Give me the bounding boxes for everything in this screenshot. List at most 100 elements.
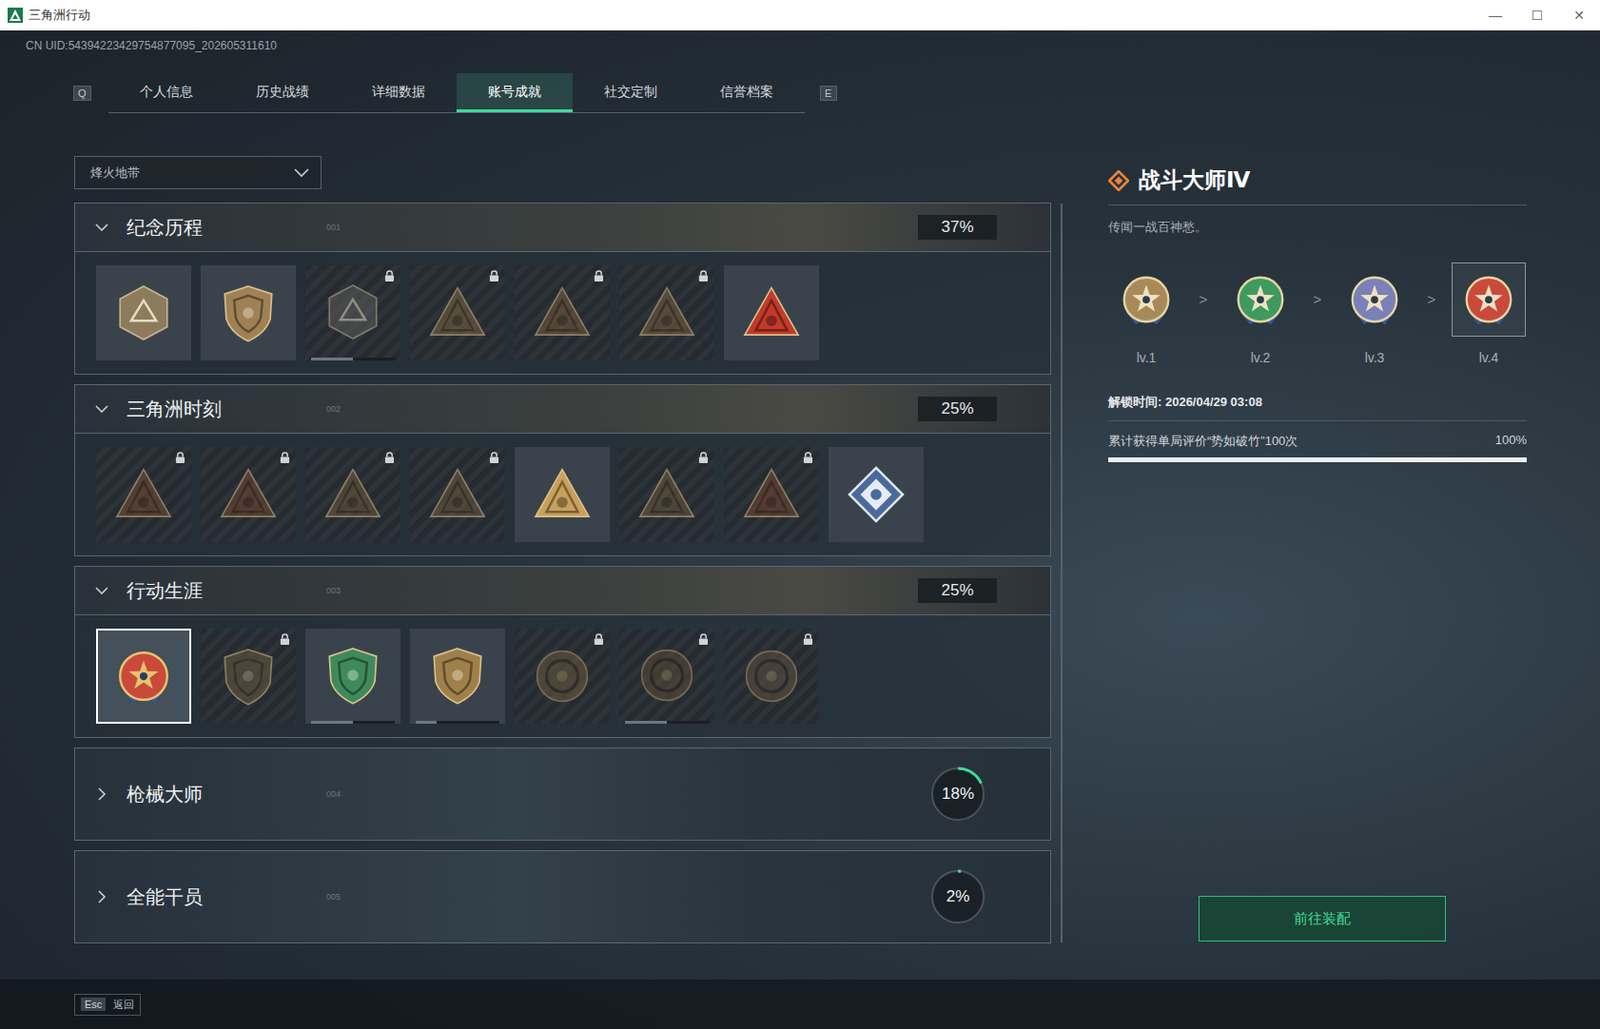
triangle-logo-icon (7, 7, 23, 23)
badge[interactable] (619, 628, 715, 724)
badge[interactable] (305, 265, 401, 361)
triangle-badge-icon (740, 463, 803, 527)
level-item[interactable]: lv.3 (1336, 262, 1413, 366)
section-title: 纪念历程 (126, 214, 308, 241)
window-control[interactable]: ✕ (1558, 7, 1600, 23)
progress-ring: 18% (928, 764, 988, 824)
level-item[interactable]: lv.2 (1222, 262, 1299, 366)
section-percent: 37% (917, 214, 997, 240)
tab[interactable]: 信誉档案 (688, 73, 805, 113)
title-bar: 三角洲行动 —☐✕ (0, 0, 1600, 31)
badge-progress (624, 721, 709, 724)
badge[interactable] (96, 265, 192, 361)
window-control[interactable]: ☐ (1516, 7, 1559, 23)
badge[interactable] (619, 447, 715, 543)
tab[interactable]: 个人信息 (108, 73, 225, 113)
badge[interactable] (96, 628, 192, 724)
triangle-badge-icon (321, 463, 385, 527)
badge-grid (75, 252, 1051, 374)
tab-bar: Q 个人信息历史战绩详细数据账号成就社交定制信誉档案 E (73, 74, 1600, 113)
medal-icon (1345, 270, 1405, 330)
badge-progress (311, 357, 395, 361)
chevron-icon (94, 219, 110, 235)
section-header[interactable]: 行动生涯00325% (75, 566, 1051, 616)
tab[interactable]: 账号成就 (456, 73, 573, 113)
coin-badge-icon (740, 644, 803, 708)
section-title: 三角洲时刻 (126, 396, 308, 423)
game-window: 三角洲行动—☐✕CN UID:54394223429754877095_2026… (0, 0, 1600, 1029)
lock-icon (488, 270, 500, 283)
section-title: 枪械大师 (126, 781, 308, 808)
lock-icon (384, 270, 395, 283)
chevron-down-icon (293, 168, 310, 178)
badge[interactable] (305, 628, 401, 724)
badge[interactable] (200, 628, 296, 724)
badge[interactable] (723, 447, 820, 543)
triangle-badge-icon (740, 281, 803, 345)
tab[interactable]: 详细数据 (340, 73, 457, 113)
triangle-badge-icon (216, 463, 280, 527)
achievement-section: 枪械大师 004 18% (74, 747, 1052, 841)
badge[interactable] (828, 447, 924, 543)
triangle-badge-icon (635, 463, 699, 527)
requirement: 累计获得单局评价“势如破竹”100次100% (1108, 432, 1527, 450)
badge[interactable] (409, 628, 506, 724)
badge[interactable] (723, 265, 820, 361)
section-index: 001 (326, 222, 341, 233)
section-header[interactable]: 三角洲时刻 002 25% (75, 385, 1051, 434)
triangle-badge-icon (530, 463, 594, 527)
badge[interactable] (514, 447, 610, 543)
unlock-time: 解锁时间: 2026/04/29 03:08 (1108, 393, 1527, 422)
lock-icon (802, 633, 814, 646)
section-index: 005 (326, 892, 341, 902)
medal-badge-icon (112, 644, 176, 708)
badge[interactable] (409, 447, 506, 543)
scrollbar[interactable] (1060, 203, 1063, 943)
window-control[interactable]: — (1474, 7, 1517, 23)
badge[interactable] (200, 265, 296, 361)
triangle-badge-icon (635, 281, 699, 345)
badge[interactable] (514, 628, 610, 724)
lock-icon (698, 451, 709, 465)
chevron-icon (94, 583, 110, 599)
badge[interactable] (200, 447, 296, 543)
lock-icon (593, 270, 605, 283)
detail-title: 战斗大师Ⅳ (1138, 165, 1250, 196)
back-button[interactable]: Esc返回 (74, 994, 141, 1016)
section-header[interactable]: 全能干员0052% (75, 851, 1051, 943)
prev-key[interactable]: Q (73, 85, 92, 101)
coin-badge-icon (530, 644, 594, 708)
badge[interactable] (409, 265, 506, 361)
section-header[interactable]: 纪念历程 001 37% (75, 203, 1051, 253)
shield-badge-icon (216, 281, 280, 345)
badge[interactable] (305, 447, 401, 543)
detail-panel: 战斗大师Ⅳ传闻一战百神愁。lv.1>lv.2>lv.3>lv.4解锁时间: 20… (1108, 156, 1527, 944)
section-index: 003 (326, 585, 341, 596)
section-index: 002 (326, 404, 341, 414)
tab[interactable]: 社交定制 (572, 73, 689, 113)
tab[interactable]: 历史战绩 (224, 73, 341, 113)
section-percent: 25% (917, 396, 997, 422)
badge[interactable] (723, 628, 820, 724)
section-header[interactable]: 枪械大师 004 18% (75, 748, 1051, 840)
hex-badge-icon (321, 280, 385, 344)
level-item[interactable]: lv.4 (1450, 262, 1527, 366)
section-index: 004 (326, 789, 341, 800)
badge-grid (75, 615, 1051, 738)
badge[interactable] (514, 265, 610, 361)
triangle-badge-icon (426, 463, 489, 527)
window-title: 三角洲行动 (28, 6, 91, 24)
requirement-progress (1108, 457, 1527, 463)
next-key[interactable]: E (819, 85, 838, 101)
achievement-section: 行动生涯00325% (74, 565, 1052, 739)
equip-button[interactable]: 前往装配 (1198, 896, 1446, 942)
level-item[interactable]: lv.1 (1108, 262, 1185, 366)
badge[interactable] (619, 265, 715, 361)
level-separator: > (1412, 262, 1451, 337)
lock-icon (279, 451, 291, 465)
badge[interactable] (96, 447, 192, 543)
lock-icon (802, 451, 814, 465)
coin-badge-icon (635, 643, 699, 707)
mode-dropdown[interactable]: 烽火地带 (74, 156, 322, 190)
lock-icon (698, 270, 709, 283)
